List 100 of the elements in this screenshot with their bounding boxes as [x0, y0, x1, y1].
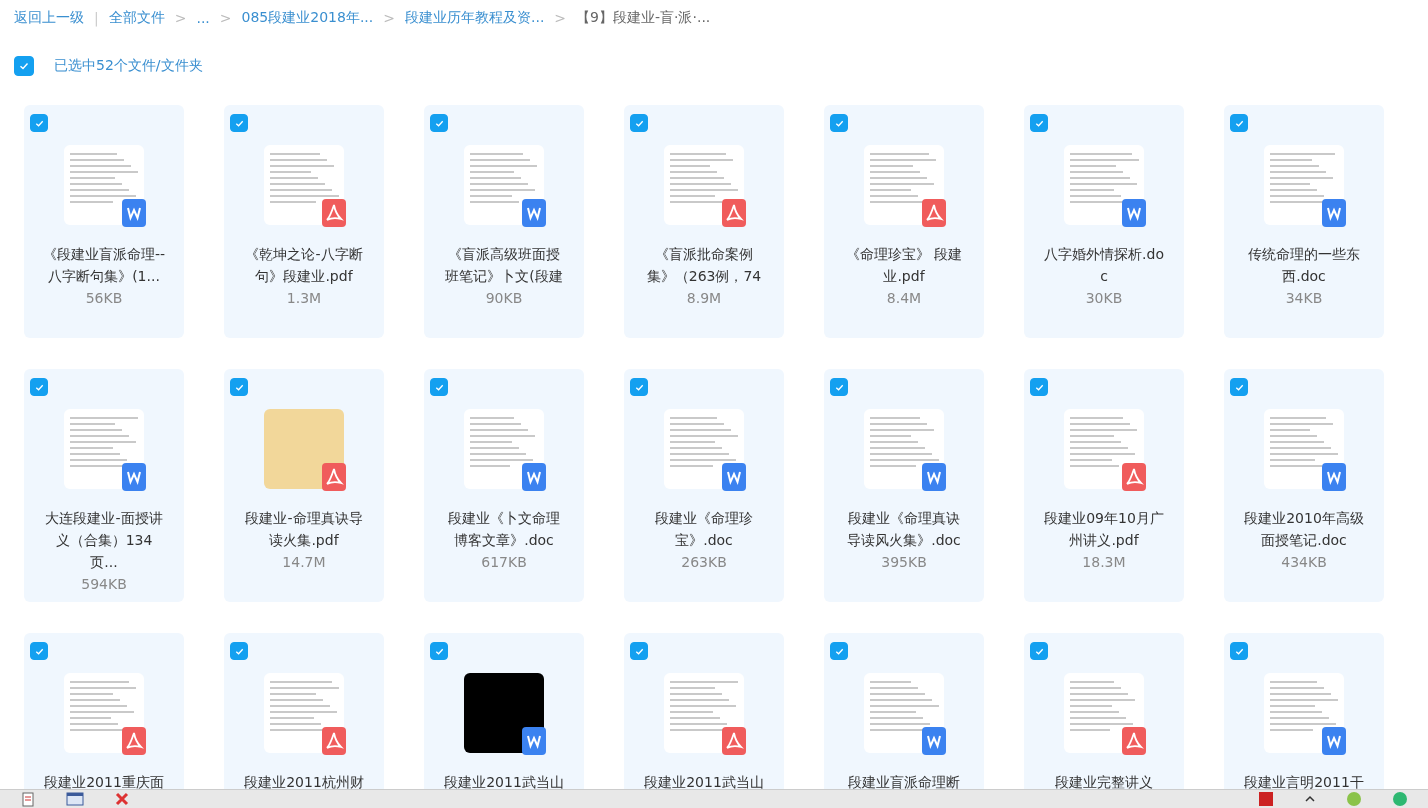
pdf-document-icon — [322, 199, 346, 227]
back-link[interactable]: 返回上一级 — [14, 9, 84, 27]
word-document-icon — [122, 199, 146, 227]
word-document-icon — [922, 727, 946, 755]
file-size: 30KB — [1085, 290, 1123, 306]
tray-app-icon[interactable] — [1258, 791, 1274, 807]
file-name: 段建业《命理真诀导读风火集》.doc — [846, 509, 962, 550]
file-name: 段建业2010年高级面授笔记.doc — [1243, 509, 1365, 550]
breadcrumb-separator: > — [554, 10, 567, 26]
file-checkbox[interactable] — [830, 642, 848, 660]
file-checkbox[interactable] — [230, 114, 248, 132]
file-card[interactable]: 《乾坤之论-八字断句》段建业.pdf 1.3M — [224, 105, 384, 338]
file-size: 90KB — [485, 290, 523, 306]
checkmark-icon — [18, 60, 30, 72]
file-checkbox[interactable] — [830, 114, 848, 132]
breadcrumb-separator: > — [219, 10, 232, 26]
file-checkbox[interactable] — [1230, 114, 1248, 132]
window-icon[interactable] — [66, 791, 84, 807]
file-size: 34KB — [1285, 290, 1323, 306]
file-name: 八字婚外情探析.doc — [1043, 245, 1165, 286]
file-name: 段建业09年10月广州讲义.pdf — [1043, 509, 1165, 550]
file-size: 14.7M — [282, 554, 326, 570]
file-size: 1.3M — [286, 290, 322, 306]
file-name: 传统命理的一些东西.doc — [1247, 245, 1361, 286]
x-app-icon[interactable] — [114, 791, 130, 807]
file-checkbox[interactable] — [1030, 378, 1048, 396]
file-card[interactable]: 段建业言明2011干 — [1224, 633, 1384, 789]
document-icon[interactable] — [20, 791, 36, 807]
file-card[interactable]: 段建业完整讲义 — [1024, 633, 1184, 789]
file-card[interactable]: 段建业《命理珍宝》.doc 263KB — [624, 369, 784, 602]
file-card[interactable]: 段建业2010年高级面授笔记.doc 434KB — [1224, 369, 1384, 602]
file-size: 395KB — [881, 554, 927, 570]
word-document-icon — [922, 463, 946, 491]
file-card[interactable]: 《盲派批命案例集》（263例，74 8.9M — [624, 105, 784, 338]
file-checkbox[interactable] — [1030, 114, 1048, 132]
file-name: 段建业盲派命理断 — [847, 773, 961, 789]
file-checkbox[interactable] — [230, 378, 248, 396]
file-card[interactable]: 传统命理的一些东西.doc 34KB — [1224, 105, 1384, 338]
breadcrumb-separator: > — [383, 10, 395, 26]
file-checkbox[interactable] — [830, 378, 848, 396]
file-name: 段建业2011武当山 — [443, 773, 565, 789]
word-document-icon — [522, 199, 546, 227]
file-size: 56KB — [85, 290, 123, 306]
file-size: 434KB — [1281, 554, 1327, 570]
file-checkbox[interactable] — [1030, 642, 1048, 660]
word-document-icon — [1322, 727, 1346, 755]
pdf-document-icon — [922, 199, 946, 227]
pdf-document-icon — [322, 727, 346, 755]
file-card[interactable]: 《盲派高级班面授班笔记》卜文(段建 90KB — [424, 105, 584, 338]
file-size: 8.4M — [886, 290, 922, 306]
file-name: 大连段建业-面授讲义（合集）134页... — [44, 509, 164, 572]
circle-app-icon[interactable] — [1346, 791, 1362, 807]
file-card[interactable]: 段建业2011武当山 — [424, 633, 584, 789]
file-card[interactable]: 段建业2011杭州财 — [224, 633, 384, 789]
file-name: 《盲派高级班面授班笔记》卜文(段建 — [444, 245, 564, 286]
file-name: 《盲派批命案例集》（263例，74 — [645, 245, 763, 286]
breadcrumb-item[interactable]: 【9】段建业-盲·派·... — [576, 9, 711, 27]
file-size: 263KB — [681, 554, 727, 570]
file-checkbox[interactable] — [630, 378, 648, 396]
breadcrumb-item[interactable]: 085段建业2018年... — [241, 9, 374, 27]
file-checkbox[interactable] — [430, 114, 448, 132]
pdf-document-icon — [122, 727, 146, 755]
file-checkbox[interactable] — [30, 378, 48, 396]
pdf-document-icon — [722, 727, 746, 755]
pdf-document-icon — [722, 199, 746, 227]
file-checkbox[interactable] — [430, 642, 448, 660]
file-size: 8.9M — [686, 290, 722, 306]
file-size: 594KB — [81, 576, 127, 592]
file-card[interactable]: 段建业2011武当山 — [624, 633, 784, 789]
pdf-document-icon — [1122, 463, 1146, 491]
file-card[interactable]: 段建业《命理真诀导读风火集》.doc 395KB — [824, 369, 984, 602]
file-checkbox[interactable] — [1230, 642, 1248, 660]
file-card[interactable]: 段建业-命理真诀导读火集.pdf 14.7M — [224, 369, 384, 602]
word-document-icon — [522, 463, 546, 491]
file-card[interactable]: 段建业2011重庆面 — [24, 633, 184, 789]
file-checkbox[interactable] — [430, 378, 448, 396]
file-checkbox[interactable] — [630, 114, 648, 132]
breadcrumb-item[interactable]: 段建业历年教程及资... — [405, 9, 545, 27]
word-document-icon — [522, 727, 546, 755]
pdf-document-icon — [1122, 727, 1146, 755]
file-size: 18.3M — [1082, 554, 1126, 570]
file-name: 《命理珍宝》 段建业.pdf — [844, 245, 964, 286]
file-checkbox[interactable] — [230, 642, 248, 660]
file-name: 段建业2011武当山 — [643, 773, 765, 789]
file-card[interactable]: 《段建业盲派命理--八字断句集》(1... 56KB — [24, 105, 184, 338]
file-card[interactable]: 八字婚外情探析.doc 30KB — [1024, 105, 1184, 338]
file-card[interactable]: 段建业盲派命理断 — [824, 633, 984, 789]
file-checkbox[interactable] — [1230, 378, 1248, 396]
file-card[interactable]: 大连段建业-面授讲义（合集）134页... 594KB — [24, 369, 184, 602]
file-checkbox[interactable] — [630, 642, 648, 660]
circle-app-icon[interactable] — [1392, 791, 1408, 807]
file-checkbox[interactable] — [30, 642, 48, 660]
file-card[interactable]: 《命理珍宝》 段建业.pdf 8.4M — [824, 105, 984, 338]
file-checkbox[interactable] — [30, 114, 48, 132]
breadcrumb-item[interactable]: 全部文件 — [108, 9, 165, 27]
file-size: 617KB — [481, 554, 527, 570]
selection-count-label: 已选中52个文件/文件夹 — [54, 57, 203, 75]
file-card[interactable]: 段建业09年10月广州讲义.pdf 18.3M — [1024, 369, 1184, 602]
select-all-checkbox[interactable] — [14, 56, 34, 76]
file-card[interactable]: 段建业《卜文命理博客文章》.doc 617KB — [424, 369, 584, 602]
